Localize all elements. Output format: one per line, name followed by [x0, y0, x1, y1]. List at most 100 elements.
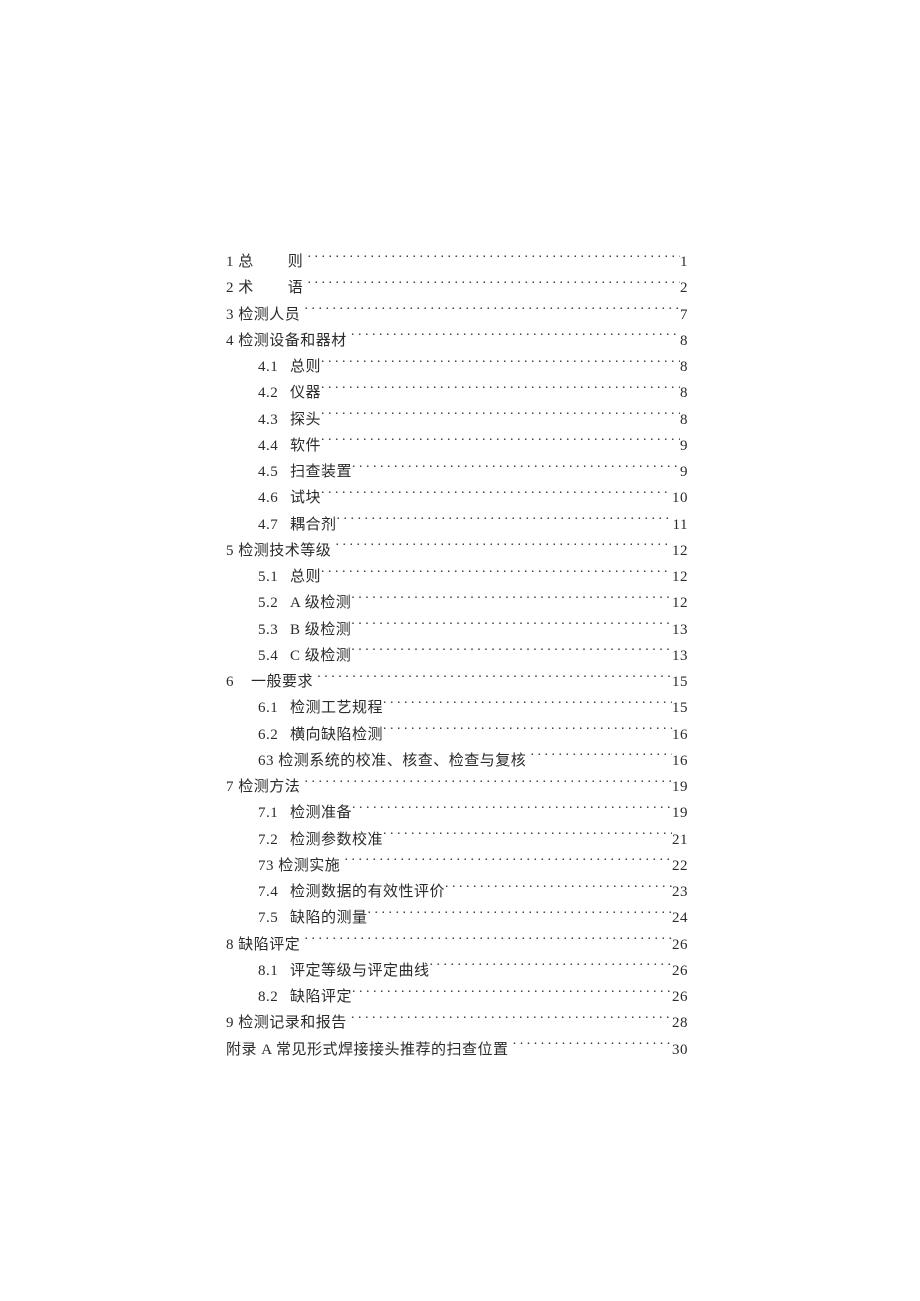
toc-leader-dots: [352, 986, 672, 1001]
toc-page: 30: [672, 1037, 688, 1063]
toc-num: 8: [226, 932, 234, 958]
toc-row: 4.1总则8: [226, 354, 688, 380]
toc-subnum: 7.2: [258, 827, 290, 853]
toc-leader-dots: [336, 540, 672, 555]
toc-leader-dots: [337, 514, 673, 529]
toc-leader-dots: [305, 776, 672, 791]
toc-num: 3: [226, 302, 234, 328]
toc-row: 2 术 语 2: [226, 275, 688, 301]
toc-subnum: 5.3: [258, 617, 290, 643]
toc-row: 4 检测设备和器材 8: [226, 328, 688, 354]
toc-page: 8: [680, 407, 688, 433]
toc-title: 检测工艺规程: [290, 695, 383, 721]
toc-page: 16: [672, 748, 688, 774]
toc-leader-dots: [351, 1012, 672, 1027]
toc-leader-dots: [351, 619, 672, 634]
toc-subnum: 7.4: [258, 879, 290, 905]
toc-num: 7: [226, 774, 234, 800]
toc-subnum: 63: [258, 748, 274, 774]
toc-subnum: 6.1: [258, 695, 290, 721]
toc-page: 26: [672, 932, 688, 958]
toc-row: 7 检测方法 19: [226, 774, 688, 800]
toc-leader-dots: [308, 277, 680, 292]
toc-num: 2: [226, 275, 234, 301]
toc-page: 26: [672, 958, 688, 984]
toc-title: 检测人员: [238, 302, 300, 328]
toc-leader-dots: [351, 645, 672, 660]
toc-leader-dots: [321, 409, 680, 424]
toc-page: 19: [672, 800, 688, 826]
toc-title: 缺陷的测量: [290, 905, 368, 931]
toc-row: 7.5缺陷的测量 24: [226, 905, 688, 931]
toc-subnum: 7.1: [258, 800, 290, 826]
toc-leader-dots: [351, 592, 672, 607]
toc-title: 总则: [290, 354, 321, 380]
toc-page: 19: [672, 774, 688, 800]
toc-row: 9 检测记录和报告 28: [226, 1010, 688, 1036]
toc-title: 检测记录和报告: [238, 1010, 347, 1036]
toc-page: 7: [680, 302, 688, 328]
toc-leader-dots: [321, 487, 672, 502]
toc-row: 4.4软件9: [226, 433, 688, 459]
toc-row: 5.4C 级检测13: [226, 643, 688, 669]
toc-page: 28: [672, 1010, 688, 1036]
toc-num: 6: [226, 669, 234, 695]
toc-title: 横向缺陷检测: [290, 722, 383, 748]
toc-leader-dots: [305, 304, 680, 319]
toc-num: 1: [226, 249, 234, 275]
toc-page: 8: [680, 380, 688, 406]
toc-page: 26: [672, 984, 688, 1010]
toc-title: 检测数据的有效性评价: [290, 879, 445, 905]
toc-num: 9: [226, 1010, 234, 1036]
toc-row: 4.2仪器8: [226, 380, 688, 406]
toc-title: 扫查装置: [290, 459, 352, 485]
toc-row: 附录 A 常见形式焊接接头推荐的扫查位置 30: [226, 1037, 688, 1063]
toc-leader-dots: [352, 461, 680, 476]
toc-page: 12: [672, 564, 688, 590]
toc-row: 1 总 则 1: [226, 249, 688, 275]
toc-page: 15: [672, 669, 688, 695]
toc-page: 16: [672, 722, 688, 748]
toc-num: 4: [226, 328, 234, 354]
toc-page: 10: [672, 485, 688, 511]
toc-leader-dots: [531, 750, 672, 765]
toc-row: 5.2A 级检测12: [226, 590, 688, 616]
toc-title: 检测准备: [290, 800, 352, 826]
toc-title: 总: [238, 249, 254, 275]
toc-row: 8.2缺陷评定26: [226, 984, 688, 1010]
toc-row: 8.1评定等级与评定曲线26: [226, 958, 688, 984]
toc-row: 7.1检测准备 19: [226, 800, 688, 826]
toc-row: 4.5扫查装置9: [226, 459, 688, 485]
toc-page: 12: [672, 590, 688, 616]
toc-row: 4.3探头8: [226, 407, 688, 433]
toc-leader-dots: [513, 1039, 672, 1054]
toc-page: 24: [672, 905, 688, 931]
toc-title: 缺陷评定: [290, 984, 352, 1010]
toc-title: 检测系统的校准、核查、检查与复核: [278, 748, 526, 774]
toc-subnum: 7.5: [258, 905, 290, 931]
toc-row: 6 一般要求 15: [226, 669, 688, 695]
toc-title: 一般要求: [251, 669, 313, 695]
toc-row: 5.1总则 12: [226, 564, 688, 590]
toc-title: 语: [288, 275, 304, 301]
toc-title: B 级检测: [290, 617, 351, 643]
toc-leader-dots: [321, 566, 672, 581]
toc-row: 5.3B 级检测13: [226, 617, 688, 643]
toc-row: 8 缺陷评定 26: [226, 932, 688, 958]
toc-row: 5 检测技术等级 12: [226, 538, 688, 564]
toc-subnum: 5.1: [258, 564, 290, 590]
toc-row: 7.4检测数据的有效性评价23: [226, 879, 688, 905]
toc-title: 附录 A 常见形式焊接接头推荐的扫查位置: [226, 1037, 509, 1063]
toc-leader-dots: [321, 382, 680, 397]
toc-page: 22: [672, 853, 688, 879]
toc-title: 总则: [290, 564, 321, 590]
toc-subnum: 4.6: [258, 485, 290, 511]
toc-subnum: 4.7: [258, 512, 290, 538]
toc-subnum: 4.1: [258, 354, 290, 380]
toc-subnum: 4.4: [258, 433, 290, 459]
toc-title: 耦合剂: [290, 512, 337, 538]
toc-row: 73 检测实施 22: [226, 853, 688, 879]
toc-title: 检测方法: [238, 774, 300, 800]
toc-leader-dots: [383, 724, 672, 739]
toc-title: 检测实施: [278, 853, 340, 879]
